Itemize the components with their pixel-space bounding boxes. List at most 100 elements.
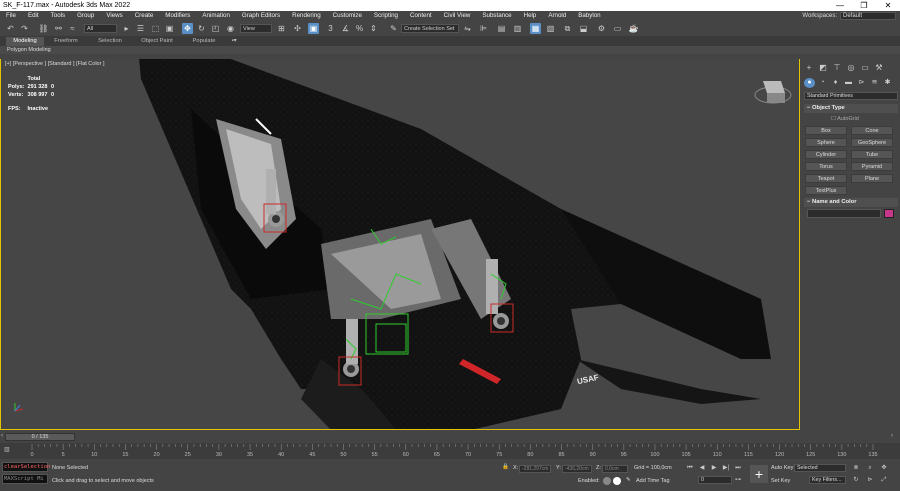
orbit-icon[interactable]: ↻ <box>852 476 860 484</box>
menu-modifiers[interactable]: Modifiers <box>159 11 196 21</box>
auto-key-selection-dropdown[interactable]: Selected <box>794 464 846 472</box>
perspective-viewport[interactable]: [+] [Perspective ] [Standard ] [Flat Col… <box>0 59 800 430</box>
curve-editor-icon[interactable]: ▧ <box>545 23 556 34</box>
material-editor-icon[interactable]: ⬓ <box>578 23 589 34</box>
cone-button[interactable]: Cone <box>851 126 893 135</box>
toggle-scene-explorer-icon[interactable]: ▤ <box>496 23 507 34</box>
mirror-icon[interactable]: ⇋ <box>462 23 473 34</box>
menu-help[interactable]: Help <box>518 11 543 21</box>
maxscript-listener-output[interactable]: clearSelection <box>2 462 50 472</box>
lights-icon[interactable]: ♦ <box>830 78 841 88</box>
render-production-icon[interactable]: ☕ <box>628 23 639 34</box>
time-configuration-icon[interactable]: ⊗ <box>852 464 860 472</box>
menu-tools[interactable]: Tools <box>45 11 71 21</box>
sphere-button[interactable]: Sphere <box>805 138 847 147</box>
previous-frame-icon[interactable]: ◀ <box>698 464 706 472</box>
viewcube[interactable] <box>754 81 792 104</box>
tube-button[interactable]: Tube <box>851 150 893 159</box>
key-mode-toggle-icon[interactable]: ⊶ <box>734 476 742 484</box>
hierarchy-tab-icon[interactable]: ⊤ <box>833 63 841 72</box>
link-icon[interactable]: ⛓ <box>38 23 49 34</box>
object-type-rollout[interactable]: − Object Type <box>804 104 898 113</box>
select-object-icon[interactable]: ▸ <box>121 23 132 34</box>
primitive-category-dropdown[interactable]: Standard Primitives <box>804 92 898 100</box>
unlink-icon[interactable]: ⚯ <box>53 23 64 34</box>
menu-graph-editors[interactable]: Graph Editors <box>236 11 286 21</box>
reference-coordinate-dropdown[interactable]: View <box>240 24 272 33</box>
cameras-icon[interactable]: ▬ <box>843 78 854 88</box>
autogrid-checkbox[interactable]: ☐ AutoGrid <box>831 116 859 122</box>
maximize-viewport-icon[interactable]: ⤢ <box>880 476 888 484</box>
shapes-icon[interactable]: ◔ <box>817 78 828 88</box>
edit-named-selection-icon[interactable]: ✎ <box>388 23 399 34</box>
slider-next-icon[interactable]: › <box>891 433 893 439</box>
box-button[interactable]: Box <box>805 126 847 135</box>
geosphere-button[interactable]: GeoSphere <box>851 138 893 147</box>
systems-icon[interactable]: ✱ <box>882 78 893 88</box>
time-tag-icon[interactable]: ✎ <box>626 477 631 483</box>
textplus-button[interactable]: TextPlus <box>805 186 847 195</box>
toggle-layer-explorer-icon[interactable]: ▥ <box>512 23 523 34</box>
add-time-tag[interactable]: Add Time Tag <box>636 478 670 484</box>
selection-filter-dropdown[interactable]: All <box>84 24 117 33</box>
helpers-icon[interactable]: ⊳ <box>856 78 867 88</box>
cylinder-button[interactable]: Cylinder <box>805 150 847 159</box>
menu-edit[interactable]: Edit <box>22 11 45 21</box>
maxscript-mini-listener[interactable]: MAXScript Mi <box>2 474 48 484</box>
menu-scripting[interactable]: Scripting <box>368 11 404 21</box>
tab-object-paint[interactable]: Object Paint <box>136 37 178 46</box>
modify-tab-icon[interactable]: ◩ <box>819 63 827 72</box>
ribbon-options-icon[interactable]: ▪▾ <box>227 37 241 46</box>
select-and-move-icon[interactable]: ✥ <box>182 23 193 34</box>
current-frame-field[interactable]: 0 <box>698 476 732 484</box>
rectangular-selection-icon[interactable]: ⬚ <box>150 23 161 34</box>
tab-freeform[interactable]: Freeform <box>48 37 84 46</box>
manipulate-icon[interactable]: ✣ <box>292 23 303 34</box>
set-key-button[interactable]: Set Key <box>771 478 790 484</box>
teapot-button[interactable]: Teapot <box>805 174 847 183</box>
go-to-start-icon[interactable]: ⏮ <box>686 464 694 472</box>
space-warps-icon[interactable]: ≋ <box>869 78 880 88</box>
tab-populate[interactable]: Populate <box>186 37 222 46</box>
menu-create[interactable]: Create <box>129 11 160 21</box>
tab-selection[interactable]: Selection <box>92 37 128 46</box>
undo-icon[interactable]: ↶ <box>5 23 16 34</box>
geometry-icon[interactable]: ● <box>804 78 815 88</box>
trackbar[interactable]: ▥ 0 5 10 15 20 25 30 35 40 45 50 55 60 65 70 75 80 85 90 95… <box>0 443 900 459</box>
isolate-selection-toggle[interactable] <box>613 477 621 485</box>
menu-customize[interactable]: Customize <box>327 11 368 21</box>
ribbon-panel-label[interactable]: Polygon Modeling <box>0 46 900 54</box>
named-selection-sets-dropdown[interactable]: Create Selection Set <box>401 24 459 33</box>
menu-arnold[interactable]: Arnold <box>542 11 572 21</box>
align-icon[interactable]: ⊫ <box>478 23 489 34</box>
auto-key-button[interactable]: Auto Key <box>771 465 793 471</box>
display-tab-icon[interactable]: ▭ <box>861 63 869 72</box>
menu-babylon[interactable]: Babylon <box>572 11 606 21</box>
rendered-frame-window-icon[interactable]: ▭ <box>612 23 623 34</box>
slider-prev-icon[interactable]: ‹ <box>1 433 3 439</box>
go-to-end-icon[interactable]: ⏭ <box>734 464 742 472</box>
menu-content[interactable]: Content <box>404 11 438 21</box>
plane-button[interactable]: Plane <box>851 174 893 183</box>
motion-tab-icon[interactable]: ◎ <box>847 63 855 72</box>
pyramid-button[interactable]: Pyramid <box>851 162 893 171</box>
angle-snap-icon[interactable]: ∡ <box>340 23 351 34</box>
key-filters-button[interactable]: Key Filters... <box>809 476 846 484</box>
selection-lock-icon[interactable]: 🔒 <box>502 464 509 470</box>
bind-space-warp-icon[interactable]: ≈ <box>67 23 78 34</box>
menu-animation[interactable]: Animation <box>196 11 236 21</box>
spinner-snap-icon[interactable]: ⇕ <box>368 23 379 34</box>
set-key-big-icon[interactable]: + <box>750 465 768 483</box>
zoom-extents-icon[interactable]: ⌕ <box>866 464 874 472</box>
next-frame-icon[interactable]: ▶| <box>722 464 730 472</box>
keyboard-shortcut-override-icon[interactable]: ▣ <box>308 23 319 34</box>
play-icon[interactable]: ▶ <box>710 464 718 472</box>
pivot-center-icon[interactable]: ⊞ <box>276 23 287 34</box>
select-by-name-icon[interactable]: ☰ <box>135 23 146 34</box>
y-coordinate-field[interactable]: -436,20cm <box>562 465 592 473</box>
z-coordinate-field[interactable]: 0,0cm <box>602 465 628 473</box>
select-and-place-icon[interactable]: ◉ <box>225 23 236 34</box>
time-slider[interactable]: 0 / 135 <box>5 433 75 441</box>
menu-civil-view[interactable]: Civil View <box>438 11 477 21</box>
toggle-ribbon-icon[interactable]: ▦ <box>530 23 541 34</box>
